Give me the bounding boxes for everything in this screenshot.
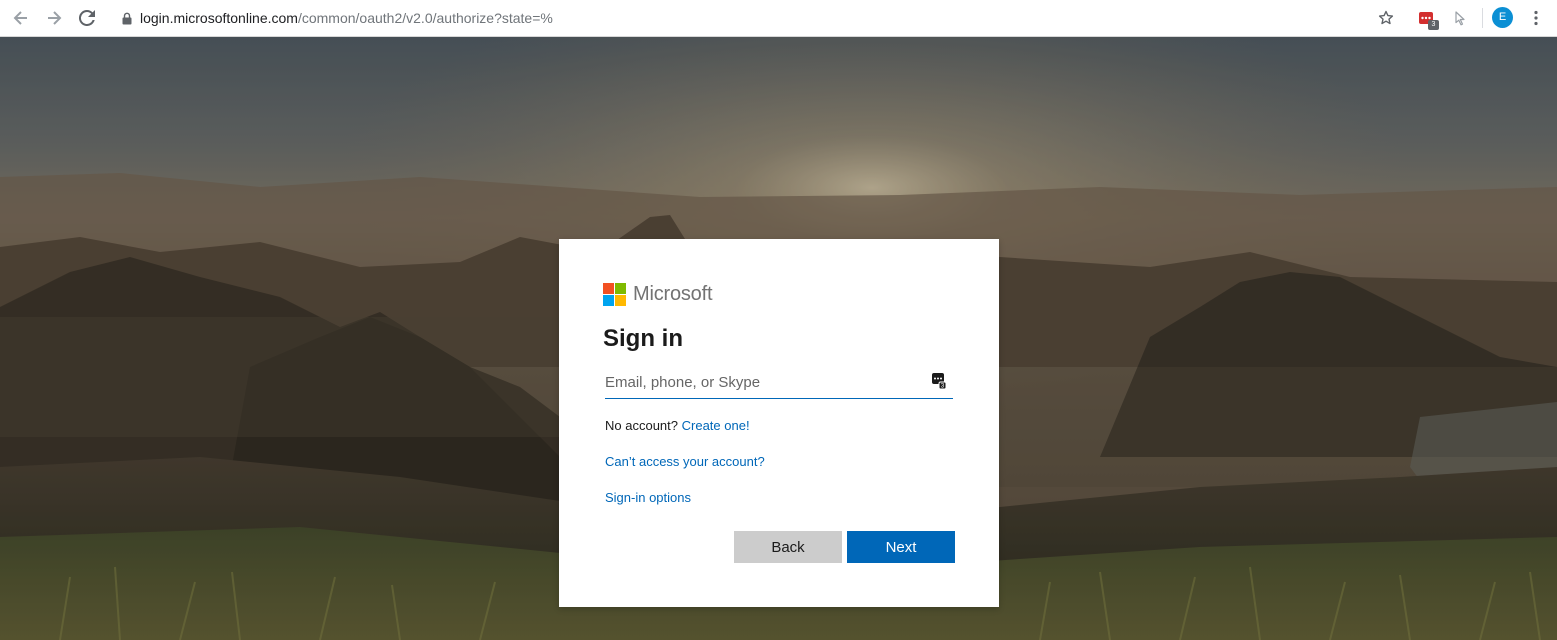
browser-toolbar: login.microsoftonline.com/common/oauth2/… [0,0,1557,37]
url-host: login.microsoftonline.com [140,10,298,26]
url-path: /common/oauth2/v2.0/authorize?state=% [297,10,553,26]
forward-arrow-icon[interactable] [42,6,66,30]
no-account-row: No account? Create one! [605,418,750,433]
back-arrow-icon[interactable] [9,6,33,30]
email-input[interactable] [605,368,925,397]
signin-options-link[interactable]: Sign-in options [605,490,691,505]
password-manager-extension-icon[interactable]: 3 [1414,6,1439,30]
extension-badge: 3 [1428,20,1439,30]
back-button[interactable]: Back [734,531,842,563]
microsoft-logo-icon [603,283,626,306]
page-title: Sign in [603,325,683,352]
signin-card: Microsoft Sign in 3 No account? Create o… [559,239,999,607]
profile-avatar[interactable]: E [1492,7,1513,28]
reload-icon[interactable] [75,6,99,30]
address-bar[interactable]: login.microsoftonline.com/common/oauth2/… [108,7,1364,29]
microsoft-brand: Microsoft [603,283,713,306]
cursor-extension-icon[interactable] [1448,6,1472,30]
no-account-text: No account? [605,418,678,433]
toolbar-divider [1482,8,1483,28]
cant-access-row: Can’t access your account? [605,454,765,469]
brand-name: Microsoft [633,283,713,305]
lock-icon [120,11,134,25]
signin-options-row: Sign-in options [605,490,691,505]
next-button[interactable]: Next [847,531,955,563]
bookmark-star-icon[interactable] [1374,6,1398,30]
email-field[interactable]: 3 [605,367,953,399]
create-account-link[interactable]: Create one! [682,418,750,433]
kebab-menu-icon[interactable] [1524,6,1548,30]
password-manager-autofill-icon[interactable]: 3 [931,372,947,390]
cant-access-link[interactable]: Can’t access your account? [605,454,765,469]
